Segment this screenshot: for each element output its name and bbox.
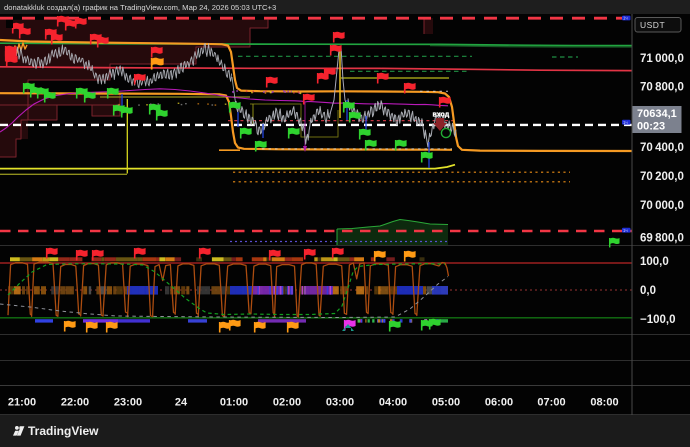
svg-text:USDT: USDT (640, 20, 665, 30)
svg-text:TradingView: TradingView (28, 424, 99, 438)
svg-text:24: 24 (175, 397, 188, 409)
svg-text:02:00: 02:00 (273, 397, 301, 409)
svg-text:1ч: 1ч (623, 228, 628, 233)
svg-text:23:00: 23:00 (114, 397, 142, 409)
svg-text:1ч: 1ч (623, 120, 628, 125)
svg-text:69 800,0: 69 800,0 (640, 233, 684, 245)
svg-text:21:00: 21:00 (8, 397, 36, 409)
svg-text:70 000,0: 70 000,0 (640, 200, 684, 212)
svg-text:−100,0: −100,0 (640, 314, 676, 326)
svg-text:05:00: 05:00 (432, 397, 460, 409)
svg-text:100,0: 100,0 (640, 256, 669, 268)
svg-text:08:00: 08:00 (590, 397, 618, 409)
svg-text:01:00: 01:00 (220, 397, 248, 409)
svg-text:00:23: 00:23 (637, 121, 665, 133)
svg-text:70 400,0: 70 400,0 (640, 142, 684, 154)
svg-text:1ч: 1ч (623, 16, 628, 21)
svg-text:07:00: 07:00 (537, 397, 565, 409)
svg-text:вход: вход (433, 112, 450, 119)
svg-text:70 800,0: 70 800,0 (640, 82, 684, 94)
svg-text:06:00: 06:00 (485, 397, 513, 409)
svg-text:donatakkluk создал(а) график н: donatakkluk создал(а) график на TradingV… (4, 3, 276, 12)
svg-text:0,0: 0,0 (640, 285, 656, 297)
svg-text:70634,1: 70634,1 (637, 108, 677, 120)
svg-text:03:00: 03:00 (326, 397, 354, 409)
svg-text:70 200,0: 70 200,0 (640, 171, 684, 183)
svg-text:04:00: 04:00 (379, 397, 407, 409)
svg-text:22:00: 22:00 (61, 397, 89, 409)
svg-text:71 000,0: 71 000,0 (640, 53, 684, 65)
